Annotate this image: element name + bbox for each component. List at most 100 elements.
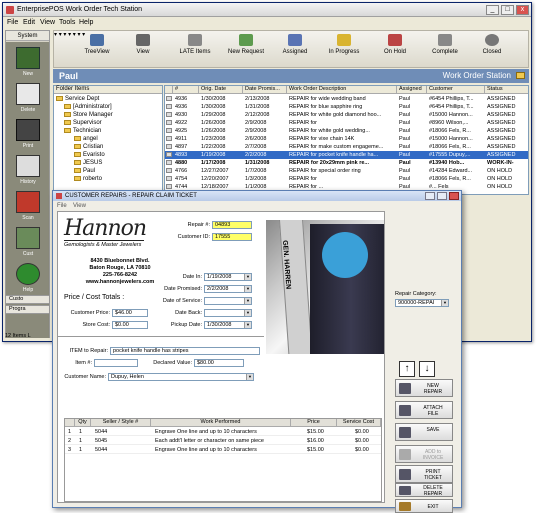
column-header-number[interactable]: # — [173, 86, 199, 94]
customer-id-field[interactable]: 17555 — [212, 233, 252, 241]
column-header-index[interactable] — [65, 419, 75, 427]
on-hold-button[interactable]: On Hold — [380, 34, 410, 66]
view-button[interactable]: View — [130, 34, 156, 66]
column-header-description[interactable]: Work Order Description — [287, 86, 397, 94]
table-row[interactable]: 4893 1/19/2008 2/2/2008 REPAIR for pocket k… — [165, 151, 528, 159]
tab-customers[interactable]: Custo — [5, 295, 50, 304]
menu-help[interactable]: Help — [79, 19, 93, 26]
tree-item-supervisor[interactable]: Supervisor — [64, 120, 102, 126]
tree-item-paul[interactable]: Paul — [74, 168, 95, 174]
sidebar-item-scan[interactable]: Scan — [8, 215, 48, 221]
chevron-down-icon[interactable]: ▾ — [68, 32, 71, 38]
new-icon[interactable] — [16, 47, 40, 69]
closed-button[interactable]: Closed — [478, 34, 506, 66]
repair-category-select[interactable]: 900000-REPAI ▼ — [395, 299, 449, 307]
menu-file[interactable]: File — [7, 19, 18, 26]
chevron-down-icon[interactable]: ▾ — [54, 32, 57, 38]
column-header-customer[interactable]: Customer — [427, 86, 485, 94]
column-header-icon[interactable] — [165, 86, 173, 94]
in-progress-button[interactable]: In Progress — [326, 34, 362, 66]
tree-item-administrator[interactable]: [Administrator] — [64, 104, 112, 110]
tree-item-jesus[interactable]: JESUS — [74, 160, 102, 166]
menu-file[interactable]: File — [57, 203, 67, 209]
column-header-seller-style[interactable]: Seller / Style # — [91, 419, 151, 427]
chevron-down-icon[interactable]: ▾ — [73, 32, 76, 38]
tree-item-angel[interactable]: angel — [74, 136, 98, 142]
table-row[interactable]: 1 1 5044 Engrave One line and up to 10 char… — [65, 428, 381, 436]
date-back-field[interactable]: ▼ — [204, 309, 252, 317]
column-header-qty[interactable]: Qty — [75, 419, 91, 427]
menu-view[interactable]: View — [40, 19, 55, 26]
chevron-down-icon[interactable]: ▾ — [63, 32, 66, 38]
column-header-orig-date[interactable]: Orig. Date — [199, 86, 243, 94]
item-to-repair-field[interactable]: pocket knife handle has stripes — [110, 347, 260, 355]
table-row[interactable]: 4936 1/30/2008 2/13/2008 REPAIR for wide we… — [165, 95, 528, 103]
chevron-down-icon[interactable]: ▼ — [244, 310, 251, 316]
column-header-service-cost[interactable]: Service Cost — [337, 419, 381, 427]
exit-button[interactable]: EXIT — [395, 499, 453, 513]
date-of-service-field[interactable]: ▼ — [204, 297, 252, 305]
history-icon[interactable] — [16, 155, 40, 177]
minimize-button[interactable]: _ — [486, 5, 499, 15]
late-items-button[interactable]: LATE Items — [178, 34, 212, 66]
sidebar-item-new[interactable]: New — [8, 71, 48, 77]
table-row[interactable]: 4925 1/26/2008 2/9/2008 REPAIR for white go… — [165, 127, 528, 135]
menu-edit[interactable]: Edit — [23, 19, 35, 26]
table-row[interactable]: 2 1 5045 Each addt'l letter or character on… — [65, 437, 381, 445]
arrow-down-button[interactable]: ↓ — [419, 361, 435, 377]
chevron-down-icon[interactable]: ▼ — [244, 286, 251, 292]
table-row[interactable]: 3 1 5044 Engrave One line and up to 10 char… — [65, 446, 381, 454]
column-header-work-performed[interactable]: Work Performed — [151, 419, 291, 427]
tree-item-store-manager[interactable]: Store Manager — [64, 112, 113, 118]
help-icon[interactable] — [16, 263, 40, 285]
chevron-down-icon[interactable]: ▾ — [77, 32, 80, 38]
tree-item-service-dept[interactable]: Service Dept — [56, 96, 99, 102]
close-button[interactable]: x — [516, 5, 529, 15]
chevron-down-icon[interactable]: ▾ — [59, 32, 62, 38]
table-row[interactable]: 4911 1/23/2008 2/6/2008 REPAIR for vixe cha… — [165, 135, 528, 143]
sidebar-item-print[interactable]: Print — [8, 143, 48, 149]
chevron-down-icon[interactable]: ▼ — [244, 322, 251, 328]
delete-icon[interactable] — [16, 83, 40, 105]
attach-file-button[interactable]: ATTACH FILE — [395, 401, 453, 419]
treeview-button[interactable]: TreeView — [82, 34, 112, 66]
delete-repair-button[interactable]: DELETE REPAIR — [395, 483, 453, 497]
column-header-assigned[interactable]: Assigned — [397, 86, 427, 94]
customer-price-field[interactable]: $46.00 — [112, 309, 148, 317]
menu-view[interactable]: View — [73, 203, 86, 209]
assigned-button[interactable]: Assigned — [280, 34, 310, 66]
tree-item-cristian[interactable]: Cristian — [74, 144, 103, 150]
customer-icon[interactable] — [16, 227, 40, 249]
new-request-button[interactable]: New Request — [226, 34, 266, 66]
store-cost-field[interactable]: $0.00 — [112, 321, 148, 329]
column-header-date-promised[interactable]: Date Promis... — [243, 86, 287, 94]
customer-name-field[interactable]: Dupuy, Helen ▼ — [108, 373, 254, 381]
chevron-down-icon[interactable]: ▼ — [244, 274, 251, 280]
tab-programs[interactable]: Progra — [5, 305, 50, 314]
tree-item-technician[interactable]: Technician — [64, 128, 101, 134]
maximize-button[interactable]: □ — [501, 5, 514, 15]
new-repair-button[interactable]: NEW REPAIR — [395, 379, 453, 397]
sidebar-item-history[interactable]: History — [8, 179, 48, 185]
date-in-field[interactable]: 1/19/2008 ▼ — [204, 273, 252, 281]
complete-button[interactable]: Complete — [430, 34, 460, 66]
table-row[interactable]: 4936 1/30/2008 1/31/2008 REPAIR for blue sa… — [165, 103, 528, 111]
chevron-down-icon[interactable]: ▼ — [441, 300, 448, 306]
table-row[interactable]: 4754 12/20/2007 1/3/2008 REPAIR for Paul #180… — [165, 175, 528, 183]
add-to-invoice-button[interactable]: ADD to INVOICE — [395, 445, 453, 463]
tree-item-evaristo[interactable]: Evaristo — [74, 152, 105, 158]
table-row[interactable]: 4922 1/26/2008 2/9/2008 REPAIR for Paul #8960… — [165, 119, 528, 127]
pickup-date-field[interactable]: 1/30/2008 ▼ — [204, 321, 252, 329]
date-promised-field[interactable]: 2/2/2008 ▼ — [204, 285, 252, 293]
sidebar-item-delete[interactable]: Delete — [8, 107, 48, 113]
repair-number-field[interactable]: 04893 — [212, 221, 252, 229]
table-row[interactable]: 4880 1/17/2008 1/31/2008 REPAIR for 20x29mm… — [165, 159, 528, 167]
table-row[interactable]: 4930 1/29/2008 2/12/2008 REPAIR for white g… — [165, 111, 528, 119]
scan-icon[interactable] — [16, 191, 40, 213]
table-row[interactable]: 4766 12/27/2007 1/7/2008 REPAIR for special… — [165, 167, 528, 175]
chevron-down-icon[interactable]: ▼ — [244, 298, 251, 304]
item-number-field[interactable] — [94, 359, 138, 367]
print-icon[interactable] — [16, 119, 40, 141]
chevron-down-icon[interactable]: ▼ — [246, 374, 253, 380]
table-row[interactable]: 4897 1/22/2008 2/7/2008 REPAIR for make cus… — [165, 143, 528, 151]
